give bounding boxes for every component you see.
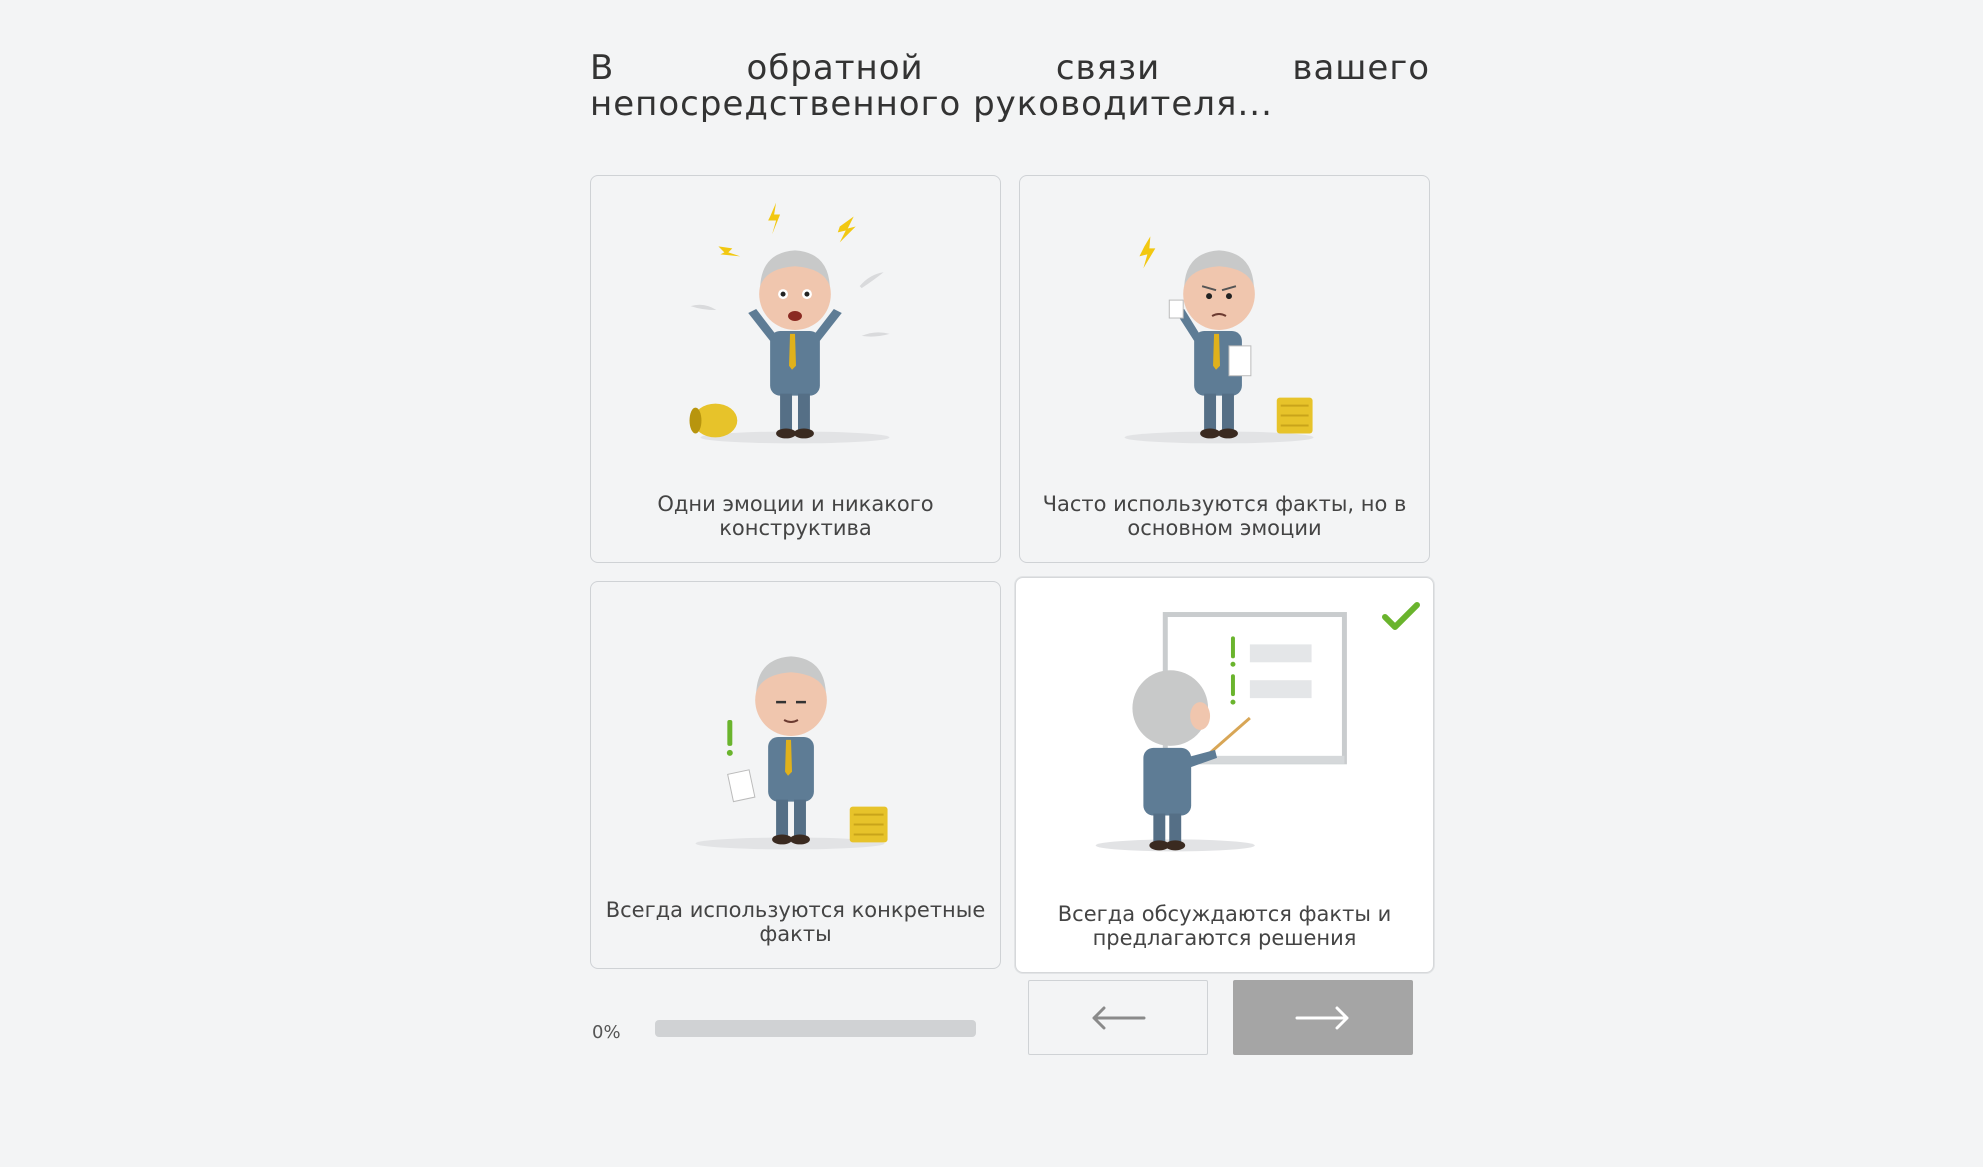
frowning-manager-illustration bbox=[1124, 236, 1314, 444]
quiz-footer: 0% bbox=[590, 980, 1430, 1060]
quiz-container: В обратной связи вашего непосредственног… bbox=[590, 48, 1434, 973]
option-card-1[interactable]: Одни эмоции и никакого конструктива bbox=[590, 175, 1001, 563]
option-label: Всегда обсуждаются факты и предлагаются … bbox=[1057, 902, 1392, 950]
next-button[interactable] bbox=[1233, 980, 1413, 1055]
whiteboard-manager-illustration bbox=[1095, 612, 1347, 852]
option-label: Всегда используются конкретные факты bbox=[605, 898, 986, 946]
option-card-4[interactable]: Всегда обсуждаются факты и предлагаются … bbox=[1015, 577, 1434, 973]
progress-bar bbox=[655, 1020, 976, 1037]
option-card-3[interactable]: Всегда используются конкретные факты bbox=[590, 581, 1001, 969]
option-label: Одни эмоции и никакого конструктива bbox=[657, 492, 934, 540]
calm-manager-illustration bbox=[695, 656, 888, 850]
arrow-left-icon bbox=[1092, 1006, 1146, 1029]
question-title: В обратной связи вашего непосредственног… bbox=[590, 48, 1430, 124]
option-label: Часто используются факты, но в основном … bbox=[1042, 492, 1407, 540]
previous-button[interactable] bbox=[1028, 980, 1208, 1055]
angry-manager-illustration bbox=[689, 202, 890, 444]
option-card-2[interactable]: Часто используются факты, но в основном … bbox=[1019, 175, 1430, 563]
progress-percentage: 0% bbox=[592, 1022, 621, 1043]
arrow-right-icon bbox=[1295, 1006, 1349, 1029]
